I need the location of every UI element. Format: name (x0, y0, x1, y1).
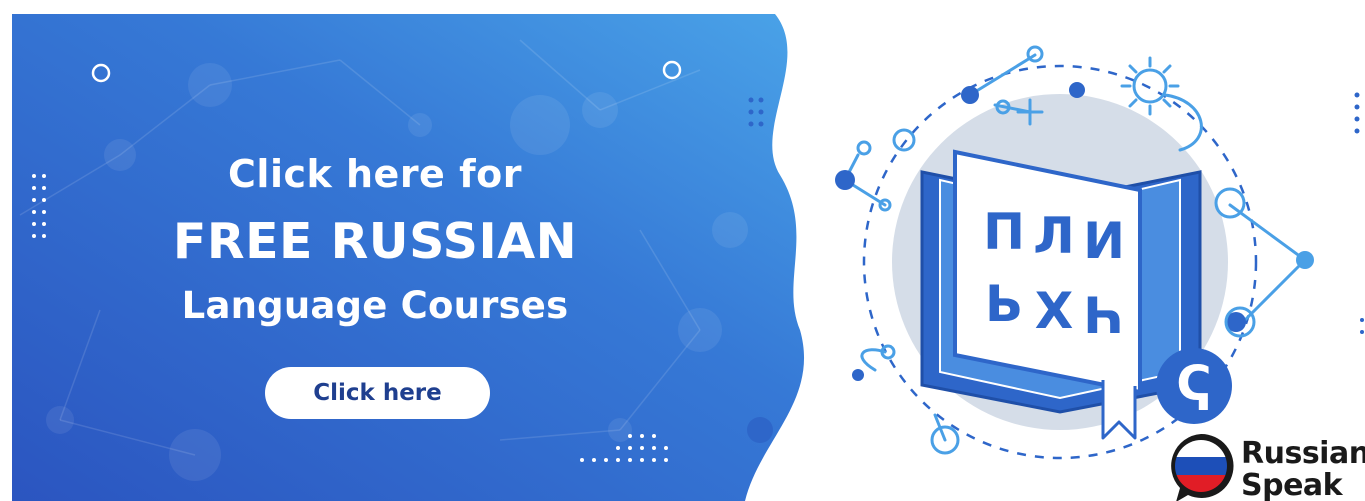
book-letter: И (1083, 212, 1125, 270)
promo-banner[interactable]: П Л И Ь Х Һ Ҁ Click here for FREE RUSSIA… (0, 0, 1365, 501)
brand-name-line2: Speak (1241, 468, 1343, 501)
brand-logo[interactable]: Russian Speak (1168, 432, 1365, 501)
book-letter: Һ (1083, 287, 1125, 345)
brand-name-line1: Russian (1241, 436, 1365, 471)
book-letter: П (983, 203, 1025, 261)
book-letter: Л (1033, 207, 1075, 265)
bookmark-icon (1101, 380, 1137, 440)
badge-letter: Ҁ (1176, 356, 1212, 412)
click-here-button[interactable]: Click here (265, 367, 490, 419)
book-front-page (953, 149, 1142, 395)
headline-line2: FREE RUSSIAN (172, 213, 578, 270)
sun-icon (1120, 56, 1180, 116)
russian-flag-speech-bubble-icon (1171, 433, 1234, 501)
headline-line3: Language Courses (181, 284, 569, 327)
book-letter: Ь (984, 275, 1024, 333)
book-letter: Х (1034, 282, 1074, 340)
headline-line1: Click here for (228, 152, 522, 196)
